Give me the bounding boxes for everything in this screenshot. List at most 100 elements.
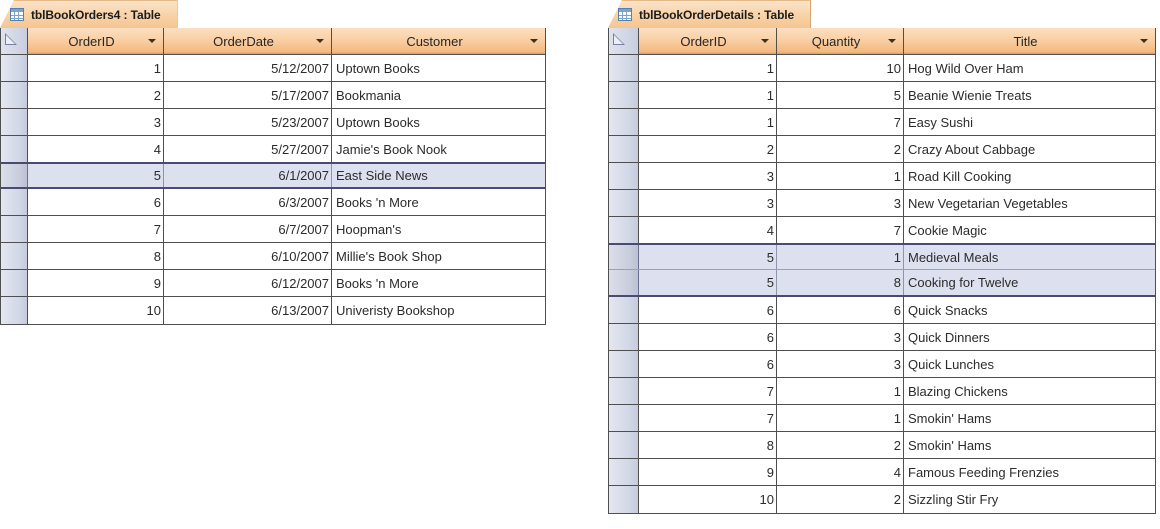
table-row[interactable]: 6 6/3/2007 Books 'n More [1,189,545,216]
cell-title[interactable]: Famous Feeding Frenzies [904,459,1155,485]
table-row[interactable]: 5 1 Medieval Meals [609,243,1155,270]
cell-title[interactable]: Quick Dinners [904,324,1155,350]
row-selector[interactable] [1,164,28,187]
table-row[interactable]: 1 10 Hog Wild Over Ham [609,55,1155,82]
table-row[interactable]: 6 3 Quick Lunches [609,351,1155,378]
table-row[interactable]: 8 2 Smokin' Hams [609,432,1155,459]
cell-quantity[interactable]: 5 [777,82,904,108]
cell-title[interactable]: Blazing Chickens [904,378,1155,404]
cell-orderid[interactable]: 1 [639,82,777,108]
cell-title[interactable]: Beanie Wienie Treats [904,82,1155,108]
document-tab-tblBookOrders4[interactable]: tblBookOrders4 : Table [0,0,178,28]
cell-orderid[interactable]: 9 [639,459,777,485]
cell-title[interactable]: Quick Snacks [904,297,1155,323]
cell-orderid[interactable]: 10 [639,486,777,513]
cell-quantity[interactable]: 3 [777,351,904,377]
cell-quantity[interactable]: 3 [777,324,904,350]
row-selector[interactable] [1,82,28,108]
row-selector[interactable] [1,109,28,135]
row-selector[interactable] [609,163,639,189]
table-row[interactable]: 6 3 Quick Dinners [609,324,1155,351]
cell-orderid[interactable]: 3 [28,109,164,135]
cell-quantity[interactable]: 10 [777,55,904,81]
cell-quantity[interactable]: 2 [777,432,904,458]
row-selector[interactable] [1,270,28,296]
cell-orderid[interactable]: 6 [639,297,777,323]
cell-quantity[interactable]: 2 [777,136,904,162]
cell-customer[interactable]: East Side News [332,164,545,187]
table-row[interactable]: 3 1 Road Kill Cooking [609,163,1155,190]
row-selector[interactable] [609,378,639,404]
table-row[interactable]: 8 6/10/2007 Millie's Book Shop [1,243,545,270]
cell-title[interactable]: Crazy About Cabbage [904,136,1155,162]
cell-customer[interactable]: Uptown Books [332,109,545,135]
cell-title[interactable]: Road Kill Cooking [904,163,1155,189]
table-row[interactable]: 2 5/17/2007 Bookmania [1,82,545,109]
table-row[interactable]: 7 1 Smokin' Hams [609,405,1155,432]
cell-title[interactable]: Cookie Magic [904,217,1155,243]
table-row[interactable]: 5 8 Cooking for Twelve [609,270,1155,297]
cell-orderdate[interactable]: 5/17/2007 [164,82,332,108]
row-selector[interactable] [1,243,28,269]
table-row[interactable]: 1 5/12/2007 Uptown Books [1,55,545,82]
chevron-down-icon[interactable] [761,39,769,43]
cell-title[interactable]: Quick Lunches [904,351,1155,377]
cell-customer[interactable]: Millie's Book Shop [332,243,545,269]
cell-quantity[interactable]: 2 [777,486,904,513]
table-row[interactable]: 7 1 Blazing Chickens [609,378,1155,405]
cell-title[interactable]: Medieval Meals [904,245,1155,269]
cell-quantity[interactable]: 6 [777,297,904,323]
table-row[interactable]: 10 2 Sizzling Stir Fry [609,486,1155,513]
row-selector[interactable] [609,432,639,458]
select-all-corner[interactable] [609,28,639,54]
cell-quantity[interactable]: 7 [777,217,904,243]
cell-title[interactable]: Smokin' Hams [904,405,1155,431]
cell-orderid[interactable]: 9 [28,270,164,296]
chevron-down-icon[interactable] [888,39,896,43]
cell-orderid[interactable]: 2 [28,82,164,108]
column-header-quantity[interactable]: Quantity [777,28,904,54]
table-row[interactable]: 9 4 Famous Feeding Frenzies [609,459,1155,486]
cell-orderdate[interactable]: 5/27/2007 [164,136,332,162]
cell-quantity[interactable]: 4 [777,459,904,485]
cell-quantity[interactable]: 1 [777,405,904,431]
cell-orderid[interactable]: 6 [639,351,777,377]
row-selector[interactable] [609,405,639,431]
chevron-down-icon[interactable] [530,39,538,43]
cell-orderid[interactable]: 7 [639,405,777,431]
row-selector[interactable] [609,190,639,216]
row-selector[interactable] [609,324,639,350]
cell-orderid[interactable]: 6 [28,189,164,215]
row-selector[interactable] [1,55,28,81]
cell-orderdate[interactable]: 6/3/2007 [164,189,332,215]
cell-orderdate[interactable]: 6/12/2007 [164,270,332,296]
table-row[interactable]: 3 3 New Vegetarian Vegetables [609,190,1155,217]
cell-orderdate[interactable]: 5/12/2007 [164,55,332,81]
cell-orderid[interactable]: 6 [639,324,777,350]
table-row[interactable]: 4 5/27/2007 Jamie's Book Nook [1,136,545,163]
column-header-title[interactable]: Title [904,28,1155,54]
cell-quantity[interactable]: 8 [777,270,904,295]
row-selector[interactable] [1,216,28,242]
cell-orderdate[interactable]: 6/10/2007 [164,243,332,269]
cell-orderid[interactable]: 1 [28,55,164,81]
row-selector[interactable] [609,82,639,108]
cell-orderdate[interactable]: 5/23/2007 [164,109,332,135]
cell-orderid[interactable]: 1 [639,55,777,81]
column-header-customer[interactable]: Customer [332,28,545,54]
cell-customer[interactable]: Univeristy Bookshop [332,297,545,324]
table-row[interactable]: 5 6/1/2007 East Side News [1,162,545,189]
cell-title[interactable]: Easy Sushi [904,109,1155,135]
cell-orderid[interactable]: 3 [639,163,777,189]
cell-quantity[interactable]: 1 [777,163,904,189]
cell-orderid[interactable]: 5 [28,164,164,187]
cell-title[interactable]: Hog Wild Over Ham [904,55,1155,81]
cell-title[interactable]: New Vegetarian Vegetables [904,190,1155,216]
cell-orderid[interactable]: 3 [639,190,777,216]
table-row[interactable]: 4 7 Cookie Magic [609,217,1155,244]
row-selector[interactable] [1,136,28,162]
cell-orderdate[interactable]: 6/7/2007 [164,216,332,242]
row-selector[interactable] [609,245,639,269]
cell-quantity[interactable]: 7 [777,109,904,135]
row-selector[interactable] [609,351,639,377]
